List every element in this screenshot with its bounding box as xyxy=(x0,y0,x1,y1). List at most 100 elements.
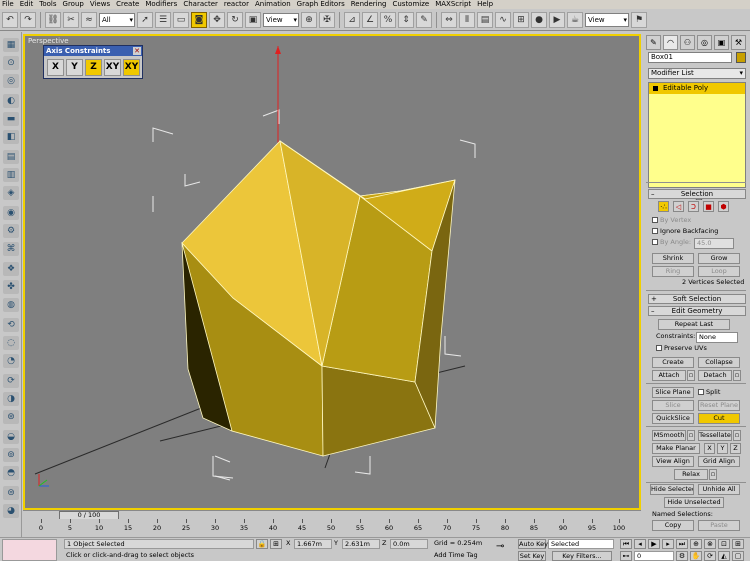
ring-button[interactable]: Ring xyxy=(652,266,694,277)
planar-z-button[interactable]: Z xyxy=(730,443,741,454)
perspective-viewport[interactable]: Perspective xyxy=(23,34,641,510)
vertex-mode-icon[interactable]: ·∴ xyxy=(658,201,669,212)
select-manipulate-icon[interactable]: ✠ xyxy=(319,11,335,28)
angle-snap-icon[interactable]: ∠ xyxy=(362,11,378,28)
zoom-all-icon[interactable]: ⊗ xyxy=(704,539,716,549)
cut-button[interactable]: Cut xyxy=(698,413,740,424)
hierarchy-tab-icon[interactable]: ⚇ xyxy=(680,35,695,50)
hide-unselected-button[interactable]: Hide Unselected xyxy=(664,497,724,508)
tool-icon-7[interactable]: ▤ xyxy=(3,150,19,164)
slice-plane-button[interactable]: Slice Plane xyxy=(652,387,694,398)
selection-filter-select[interactable]: All xyxy=(99,12,135,27)
tool-icon-26[interactable]: ◕ xyxy=(3,504,19,518)
menu-views[interactable]: Views xyxy=(90,0,110,9)
tool-icon-14[interactable]: ✤ xyxy=(3,280,19,294)
slice-button[interactable]: Slice xyxy=(652,400,694,411)
constrain-y-button[interactable]: Y xyxy=(66,58,83,76)
repeat-last-button[interactable]: Repeat Last xyxy=(658,319,730,330)
menu-help[interactable]: Help xyxy=(477,0,493,9)
edge-mode-icon[interactable]: ◁ xyxy=(673,201,684,212)
menu-maxscript[interactable]: MAXScript xyxy=(435,0,471,9)
tool-icon-1[interactable]: ▦ xyxy=(3,38,19,52)
orbit-icon[interactable]: ⟳ xyxy=(704,551,716,561)
tool-icon-3[interactable]: ◎ xyxy=(3,74,19,88)
zoom-extents-all-icon[interactable]: ⊞ xyxy=(732,539,744,549)
auto-key-button[interactable]: Auto Key xyxy=(518,539,548,549)
go-to-start-icon[interactable]: ⏮ xyxy=(620,539,632,549)
unlink-icon[interactable]: ✂ xyxy=(63,11,79,28)
y-coord-field[interactable]: 2.631m xyxy=(342,539,380,549)
msmooth-button[interactable]: MSmooth xyxy=(652,430,686,441)
msmooth-settings-icon[interactable]: ▫ xyxy=(687,430,695,441)
previous-frame-icon[interactable]: ◂ xyxy=(634,539,646,549)
menu-character[interactable]: Character xyxy=(183,0,218,9)
menu-file[interactable]: File xyxy=(2,0,14,9)
detach-settings-icon[interactable]: ▫ xyxy=(733,370,741,381)
zoom-icon[interactable]: ⊕ xyxy=(690,539,702,549)
field-of-view-icon[interactable]: ◭ xyxy=(718,551,730,561)
align-icon[interactable]: ⫴ xyxy=(459,11,475,28)
display-tab-icon[interactable]: ▣ xyxy=(714,35,729,50)
selection-rollout-header[interactable]: – Selection xyxy=(648,189,746,199)
x-coord-field[interactable]: 1.667m xyxy=(294,539,332,549)
relax-settings-icon[interactable]: ▫ xyxy=(709,469,717,480)
loop-button[interactable]: Loop xyxy=(698,266,740,277)
constrain-x-button[interactable]: X xyxy=(47,58,64,76)
planar-y-button[interactable]: Y xyxy=(717,443,728,454)
tool-icon-15[interactable]: ◍ xyxy=(3,298,19,312)
modifier-list-select[interactable]: Modifier List xyxy=(648,68,746,79)
motion-tab-icon[interactable]: ◎ xyxy=(697,35,712,50)
menu-animation[interactable]: Animation xyxy=(255,0,291,9)
tool-icon-8[interactable]: ▥ xyxy=(3,168,19,182)
polygon-mode-icon[interactable]: ■ xyxy=(703,201,714,212)
bind-space-warp-icon[interactable]: ≈ xyxy=(81,11,97,28)
tessellate-button[interactable]: Tessellate xyxy=(698,430,732,441)
select-move-icon[interactable]: ✥ xyxy=(209,11,225,28)
menu-reactor[interactable]: reactor xyxy=(224,0,249,9)
hide-selected-button[interactable]: Hide Selected xyxy=(650,484,694,495)
tessellate-settings-icon[interactable]: ▫ xyxy=(733,430,741,441)
go-to-end-icon[interactable]: ⏭ xyxy=(676,539,688,549)
time-config-icon[interactable]: ⚙ xyxy=(676,551,688,561)
menu-group[interactable]: Group xyxy=(63,0,84,9)
create-tab-icon[interactable]: ✎ xyxy=(646,35,661,50)
zoom-extents-icon[interactable]: ⊡ xyxy=(718,539,730,549)
tool-icon-20[interactable]: ◑ xyxy=(3,392,19,406)
grow-button[interactable]: Grow xyxy=(698,253,740,264)
modify-tab-icon[interactable]: ◠ xyxy=(663,35,678,50)
menu-rendering[interactable]: Rendering xyxy=(351,0,387,9)
attach-settings-icon[interactable]: ▫ xyxy=(687,370,695,381)
copy-button[interactable]: Copy xyxy=(652,520,694,531)
menu-tools[interactable]: Tools xyxy=(39,0,56,9)
collapse-button[interactable]: Collapse xyxy=(698,357,740,368)
detach-button[interactable]: Detach xyxy=(698,370,732,381)
unhide-all-button[interactable]: Unhide All xyxy=(698,484,740,495)
key-mode-toggle-icon[interactable]: ⊷ xyxy=(620,551,632,561)
menu-modifiers[interactable]: Modifiers xyxy=(145,0,177,9)
material-editor-icon[interactable]: ● xyxy=(531,11,547,28)
tool-icon-23[interactable]: ⊚ xyxy=(3,448,19,462)
reference-coord-select[interactable]: View xyxy=(263,12,299,27)
axis-constraints-title[interactable]: Axis Constraints ✕ xyxy=(44,46,142,56)
menu-create[interactable]: Create xyxy=(116,0,139,9)
undo-icon[interactable]: ↶ xyxy=(2,11,18,28)
track-bar[interactable]: 0 5 10 15 20 25 30 35 40 45 50 55 60 65 … xyxy=(23,519,641,536)
tool-icon-24[interactable]: ◓ xyxy=(3,466,19,480)
constraints-select[interactable]: None xyxy=(696,332,738,343)
create-button[interactable]: Create xyxy=(652,357,694,368)
modifier-stack[interactable]: Editable Poly xyxy=(648,82,746,188)
planar-x-button[interactable]: X xyxy=(704,443,715,454)
stack-item-editable-poly[interactable]: Editable Poly xyxy=(649,83,745,94)
edit-geometry-rollout-header[interactable]: – Edit Geometry xyxy=(648,306,746,316)
tool-icon-21[interactable]: ⊛ xyxy=(3,410,19,424)
object-name-field[interactable]: Box01 xyxy=(648,52,732,63)
tool-icon-10[interactable]: ◉ xyxy=(3,206,19,220)
key-mode-select[interactable]: Selected xyxy=(548,539,614,549)
mirror-icon[interactable]: ⇔ xyxy=(441,11,457,28)
reset-plane-button[interactable]: Reset Plane xyxy=(698,400,740,411)
window-crossing-icon[interactable]: ◙ xyxy=(191,11,207,28)
quick-render-icon[interactable]: ☕ xyxy=(567,11,583,28)
redo-icon[interactable]: ↷ xyxy=(20,11,36,28)
link-icon[interactable]: ⛓ xyxy=(45,11,61,28)
relax-button[interactable]: Relax xyxy=(674,469,708,480)
